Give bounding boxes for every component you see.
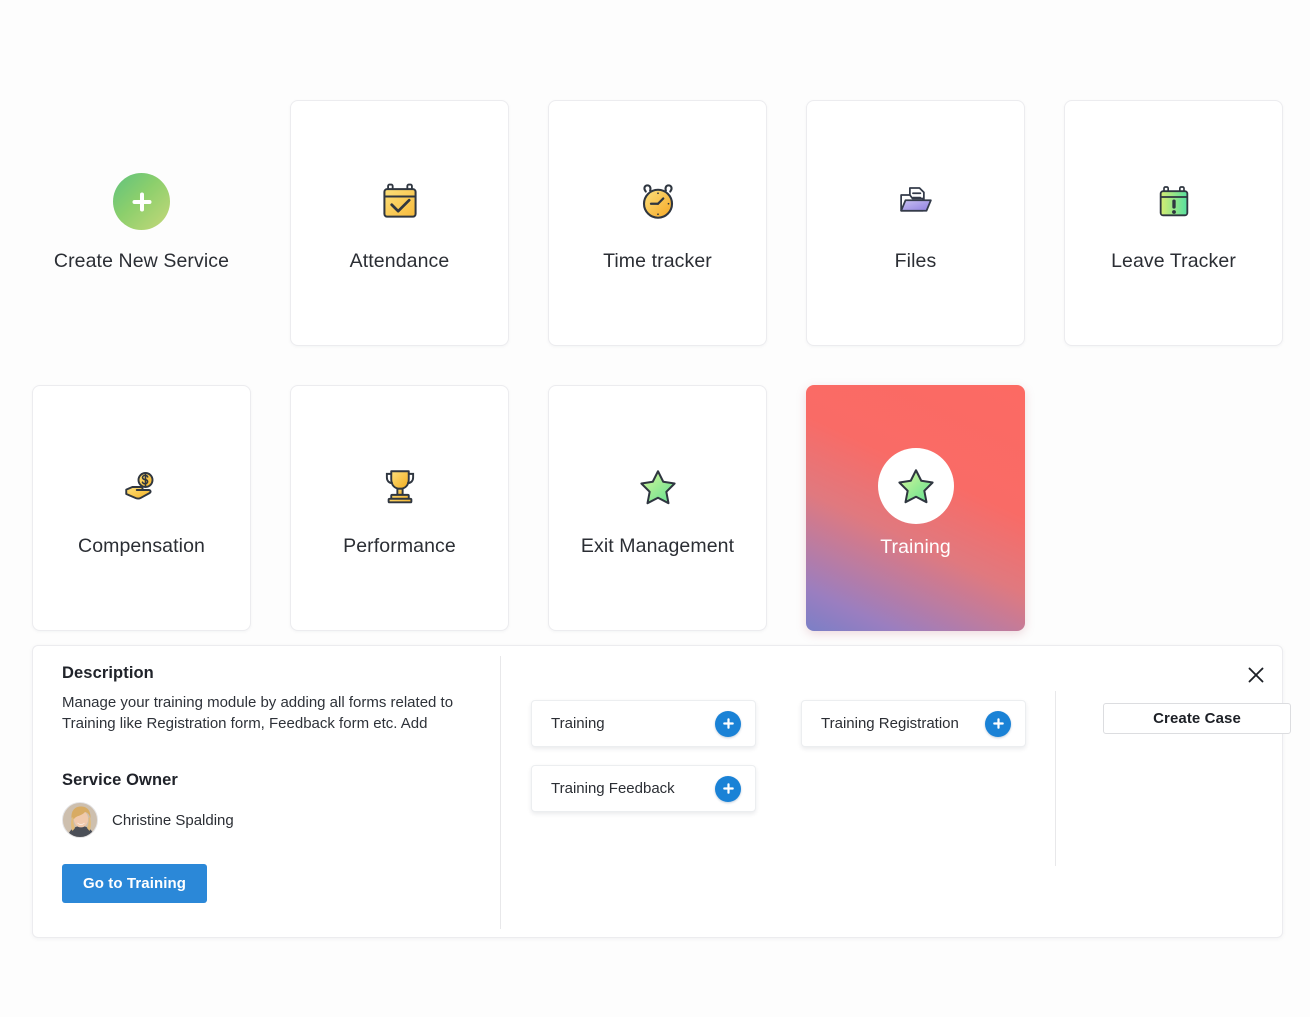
add-form-plus-icon[interactable]: [715, 775, 741, 802]
service-card-time-tracker[interactable]: Time tracker: [548, 100, 767, 346]
related-forms-list: Training Training Registration Training …: [531, 700, 1036, 830]
form-chip-row: Training Training Registration: [531, 700, 1036, 747]
service-owner-heading: Service Owner: [62, 771, 178, 789]
service-card-training[interactable]: Training: [806, 385, 1025, 631]
form-chip-label: Training: [551, 715, 605, 732]
calendar-check-icon-wrap: [378, 171, 422, 233]
form-chip-label: Training Registration: [821, 715, 959, 732]
service-owner-row: Christine Spalding: [62, 802, 482, 838]
service-card-label: Time tracker: [603, 249, 712, 272]
service-owner-block: Service Owner Christine Spalding: [62, 771, 482, 838]
add-form-plus-icon[interactable]: [985, 710, 1011, 737]
avatar: [62, 802, 98, 838]
panel-divider-left: [500, 656, 501, 929]
alarm-clock-icon-wrap: [637, 171, 679, 233]
services-grid: Create New Service Attendance Time track…: [32, 100, 1283, 631]
service-catalog-page: Create New Service Attendance Time track…: [0, 0, 1310, 1017]
panel-divider-right: [1055, 691, 1056, 866]
description-heading: Description: [62, 664, 154, 682]
service-card-leave-tracker[interactable]: Leave Tracker: [1064, 100, 1283, 346]
hand-coin-icon: [124, 471, 153, 500]
service-card-attendance[interactable]: Attendance: [290, 100, 509, 346]
detail-left-column: Description Manage your training module …: [62, 664, 482, 903]
service-detail-panel: Description Manage your training module …: [32, 645, 1291, 938]
service-card-label: Performance: [343, 534, 456, 557]
star-icon-wrap: [637, 456, 679, 518]
form-chip-training-feedback[interactable]: Training Feedback: [531, 765, 756, 812]
form-chip-training[interactable]: Training: [531, 700, 756, 747]
form-chip-label: Training Feedback: [551, 780, 675, 797]
service-card-create-new-service[interactable]: Create New Service: [32, 100, 251, 346]
hand-coin-icon-wrap: [121, 456, 163, 518]
star-icon-wrap: [877, 447, 954, 524]
create-case-button[interactable]: Create Case: [1103, 703, 1291, 734]
calendar-alert-icon-wrap: [1154, 171, 1194, 233]
plus-circle-icon-wrap: [113, 171, 170, 233]
go-to-training-button[interactable]: Go to Training: [62, 864, 208, 903]
add-form-plus-icon[interactable]: [715, 710, 741, 737]
service-card-label: Training: [880, 535, 951, 558]
service-card-performance[interactable]: Performance: [290, 385, 509, 631]
service-card-label: Leave Tracker: [1111, 249, 1236, 272]
service-card-files[interactable]: Files: [806, 100, 1025, 346]
service-card-exit-management[interactable]: Exit Management: [548, 385, 767, 631]
service-card-label: Files: [894, 249, 937, 272]
close-panel-button[interactable]: [1243, 662, 1269, 688]
service-card-label: Compensation: [78, 534, 205, 557]
selected-icon-badge: [877, 447, 954, 524]
calendar-alert-icon: [1159, 185, 1188, 216]
service-card-compensation[interactable]: Compensation: [32, 385, 251, 631]
service-card-label: Attendance: [349, 249, 450, 272]
calendar-check-icon: [382, 183, 417, 218]
form-chip-row: Training Feedback: [531, 765, 1036, 812]
service-owner-name: Christine Spalding: [112, 811, 234, 829]
trophy-icon-wrap: [379, 456, 421, 518]
trophy-icon: [385, 469, 414, 503]
alarm-clock-icon: [642, 183, 673, 219]
close-icon: [1248, 667, 1264, 683]
star-icon: [639, 469, 676, 504]
service-card-label: Create New Service: [53, 249, 230, 272]
description-text: Manage your training module by adding al…: [62, 694, 454, 732]
open-folder-icon: [899, 186, 932, 212]
star-icon: [897, 468, 934, 503]
open-folder-icon-wrap: [895, 171, 937, 233]
plus-circle-icon: [113, 173, 170, 230]
service-card-label: Exit Management: [580, 534, 735, 557]
form-chip-training-registration[interactable]: Training Registration: [801, 700, 1026, 747]
